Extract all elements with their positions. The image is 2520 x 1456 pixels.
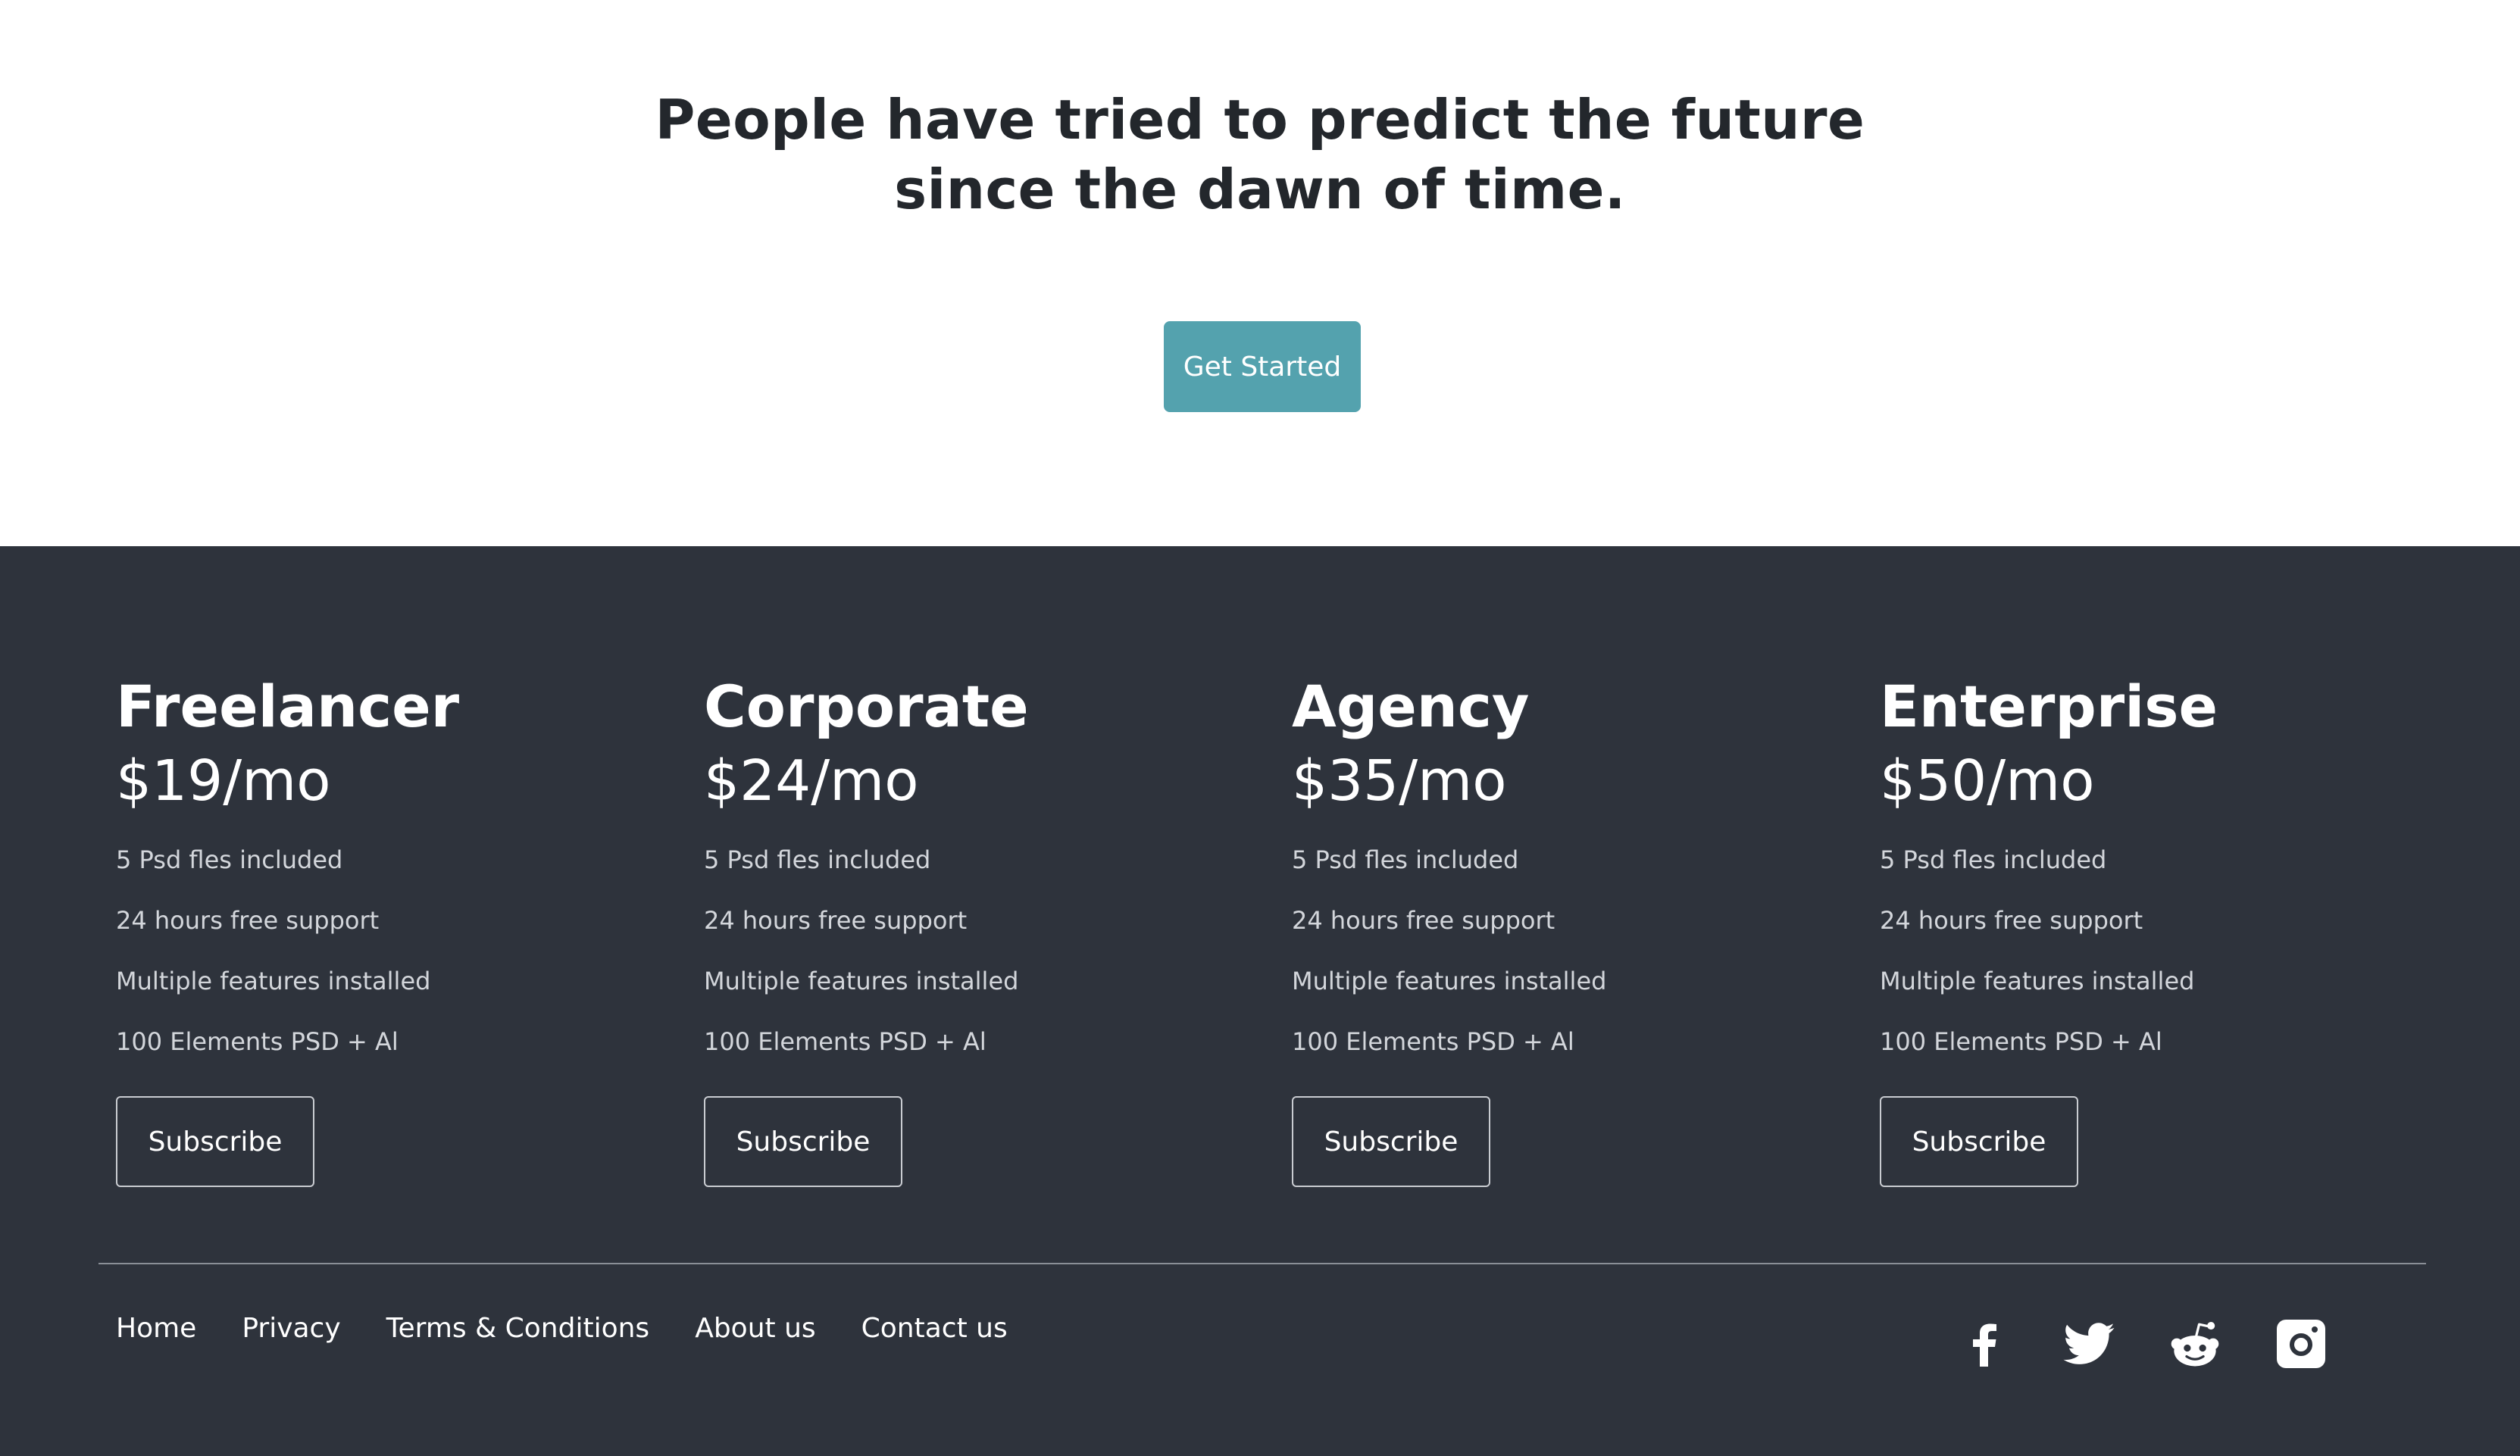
- plan-card-enterprise: Enterprise $50/mo 5 Psd fles included 24…: [1880, 670, 2410, 1187]
- plan-feature: 24 hours free support: [704, 906, 968, 935]
- plan-price: $24/mo: [704, 748, 919, 814]
- plan-card-agency: Agency $35/mo 5 Psd fles included 24 hou…: [1292, 670, 1822, 1187]
- plan-name: Enterprise: [1880, 673, 2218, 740]
- plan-feature: Multiple features installed: [116, 967, 431, 995]
- footer-link-home[interactable]: Home: [116, 1310, 196, 1348]
- plan-features-list: 5 Psd fles included 24 hours free suppor…: [1292, 830, 1822, 1072]
- plan-feature: 24 hours free support: [1292, 906, 1555, 935]
- plan-price: $50/mo: [1880, 748, 2095, 814]
- plan-feature: 5 Psd fles included: [1880, 845, 2107, 874]
- subscribe-button[interactable]: Subscribe: [1880, 1096, 2078, 1187]
- footer-link-contact[interactable]: Contact us: [861, 1310, 1008, 1348]
- plan-feature: Multiple features installed: [1292, 967, 1607, 995]
- plan-features-list: 5 Psd fles included 24 hours free suppor…: [116, 830, 646, 1072]
- plan-feature: 100 Elements PSD + Al: [1292, 1027, 1574, 1056]
- plan-feature: 100 Elements PSD + Al: [704, 1027, 986, 1056]
- subscribe-button[interactable]: Subscribe: [116, 1096, 314, 1187]
- plan-name: Agency: [1292, 673, 1530, 740]
- footer-divider: [98, 1263, 2426, 1264]
- footer-link-privacy[interactable]: Privacy: [242, 1310, 340, 1348]
- hero-title-line-2: since the dawn of time.: [894, 158, 1626, 221]
- footer-link-terms[interactable]: Terms & Conditions: [386, 1310, 650, 1348]
- pricing-footer-section: Freelancer $19/mo 5 Psd fles included 24…: [0, 546, 2520, 1456]
- hero-title-line-1: People have tried to predict the future: [655, 88, 1865, 152]
- plan-features-list: 5 Psd fles included 24 hours free suppor…: [704, 830, 1234, 1072]
- plan-name: Freelancer: [116, 673, 460, 740]
- plan-feature: 100 Elements PSD + Al: [1880, 1027, 2162, 1056]
- reddit-icon[interactable]: [2168, 1317, 2221, 1370]
- plan-feature: 5 Psd fles included: [116, 845, 343, 874]
- subscribe-button[interactable]: Subscribe: [704, 1096, 902, 1187]
- footer-nav: Home Privacy Terms & Conditions About us…: [116, 1310, 1053, 1348]
- plan-feature: Multiple features installed: [1880, 967, 2195, 995]
- plan-name: Corporate: [704, 673, 1029, 740]
- plan-feature: 5 Psd fles included: [704, 845, 931, 874]
- hero-section: People have tried to predict the future …: [0, 0, 2520, 546]
- subscribe-button[interactable]: Subscribe: [1292, 1096, 1490, 1187]
- plan-feature: Multiple features installed: [704, 967, 1019, 995]
- plan-feature: 5 Psd fles included: [1292, 845, 1519, 874]
- plan-feature: 24 hours free support: [1880, 906, 2143, 935]
- footer-link-about[interactable]: About us: [695, 1310, 815, 1348]
- get-started-button[interactable]: Get Started: [1164, 321, 1361, 412]
- plan-price: $19/mo: [116, 748, 331, 814]
- twitter-icon[interactable]: [2062, 1317, 2115, 1370]
- plan-card-freelancer: Freelancer $19/mo 5 Psd fles included 24…: [116, 670, 646, 1187]
- plan-price: $35/mo: [1292, 748, 1507, 814]
- plan-card-corporate: Corporate $24/mo 5 Psd fles included 24 …: [704, 670, 1234, 1187]
- plan-feature: 24 hours free support: [116, 906, 380, 935]
- plan-feature: 100 Elements PSD + Al: [116, 1027, 399, 1056]
- instagram-icon[interactable]: [2275, 1317, 2328, 1370]
- plan-features-list: 5 Psd fles included 24 hours free suppor…: [1880, 830, 2410, 1072]
- hero-title: People have tried to predict the future …: [0, 85, 2520, 224]
- facebook-icon[interactable]: [1956, 1317, 2009, 1370]
